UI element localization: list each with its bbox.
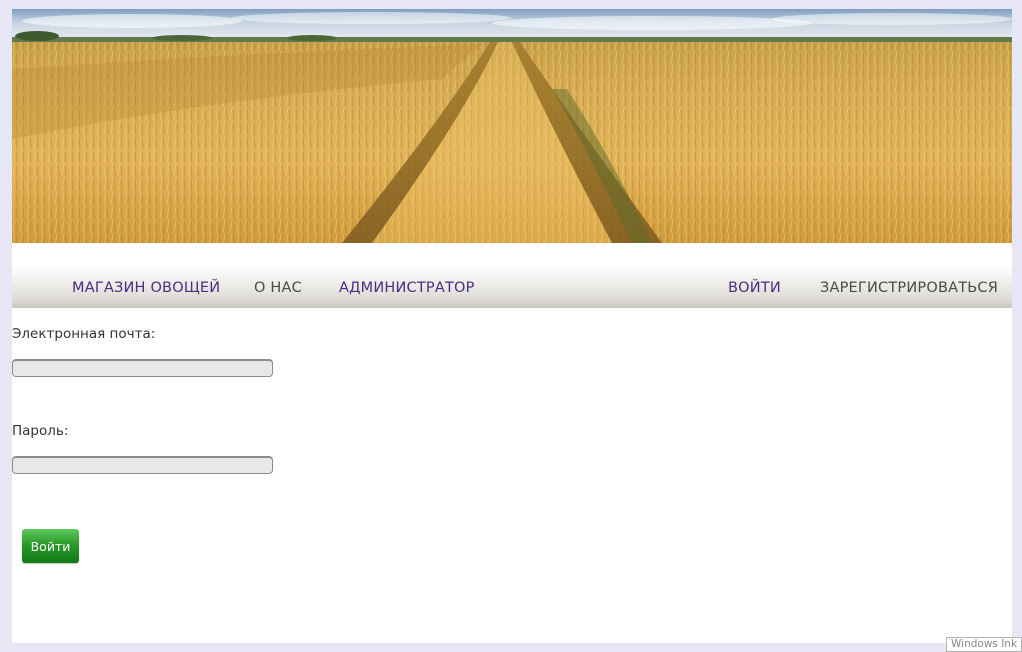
password-label: Пароль:: [12, 423, 69, 439]
page-container: МАГАЗИН ОВОЩЕЙ О НАС АДМИНИСТРАТОР ВОЙТИ…: [12, 9, 1012, 643]
main-nav-bar: МАГАЗИН ОВОЩЕЙ О НАС АДМИНИСТРАТОР ВОЙТИ…: [12, 265, 1012, 308]
email-field[interactable]: [12, 359, 273, 377]
email-label: Электронная почта:: [12, 326, 156, 342]
nav-register-link[interactable]: ЗАРЕГИСТРИРОВАТЬСЯ: [820, 265, 998, 308]
nav-login-link[interactable]: ВОЙТИ: [728, 265, 781, 308]
nav-admin-link[interactable]: АДМИНИСТРАТОР: [339, 265, 475, 308]
nav-shop-link[interactable]: МАГАЗИН ОВОЩЕЙ: [72, 265, 220, 308]
login-submit-button[interactable]: Войти: [22, 529, 79, 563]
nav-about-link[interactable]: О НАС: [254, 265, 302, 308]
banner-image: [12, 9, 1012, 243]
windows-ink-tag[interactable]: Windows Ink: [946, 637, 1022, 652]
password-field[interactable]: [12, 456, 273, 474]
